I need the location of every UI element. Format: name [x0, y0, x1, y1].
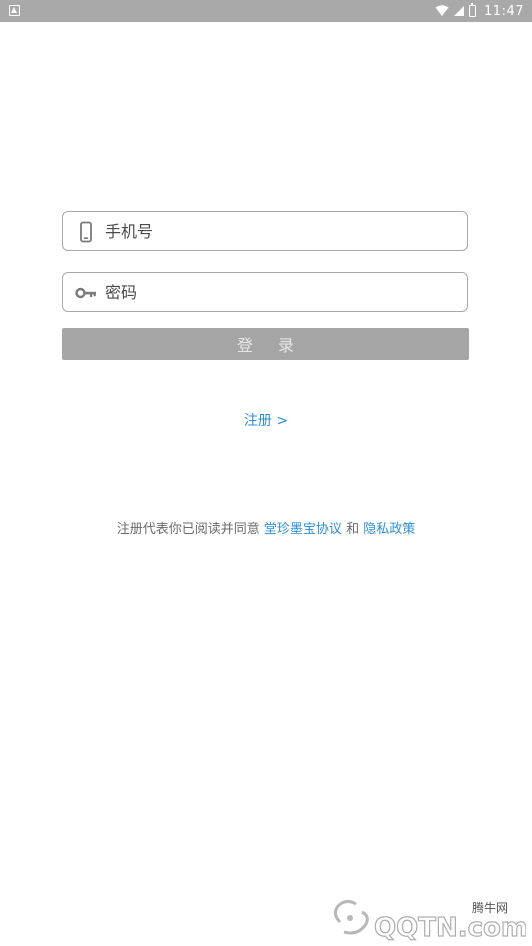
- user-agreement-link[interactable]: 堂珍墨宝协议: [264, 522, 342, 537]
- agreement-notice: 注册代表你已阅读并同意 堂珍墨宝协议 和 隐私政策: [0, 518, 532, 537]
- status-icons: 11:47: [435, 0, 524, 22]
- watermark-logo-text: QQTN.com: [374, 913, 526, 942]
- login-button[interactable]: 登 录: [62, 328, 469, 360]
- agreement-conjunction: 和: [346, 522, 360, 537]
- register-link[interactable]: 注册 >: [0, 410, 532, 430]
- phone-icon: [80, 221, 92, 243]
- phone-field[interactable]: [62, 211, 468, 251]
- qqtn-watermark-logo: QQTN.com 腾牛网: [333, 899, 526, 942]
- password-field[interactable]: [62, 272, 468, 312]
- watermark-site-name: 腾牛网: [472, 900, 508, 915]
- key-icon: [75, 287, 96, 299]
- phone-input[interactable]: [105, 216, 455, 246]
- notification-app-icon: [9, 5, 20, 16]
- status-time: 11:47: [484, 3, 524, 19]
- cell-signal-icon: [454, 6, 465, 16]
- privacy-policy-link[interactable]: 隐私政策: [363, 522, 415, 537]
- status-bar: 11:47: [0, 0, 532, 22]
- battery-icon: [469, 3, 477, 17]
- agreement-prefix: 注册代表你已阅读并同意: [116, 522, 260, 537]
- wifi-icon: [435, 5, 449, 16]
- password-input[interactable]: [105, 277, 455, 307]
